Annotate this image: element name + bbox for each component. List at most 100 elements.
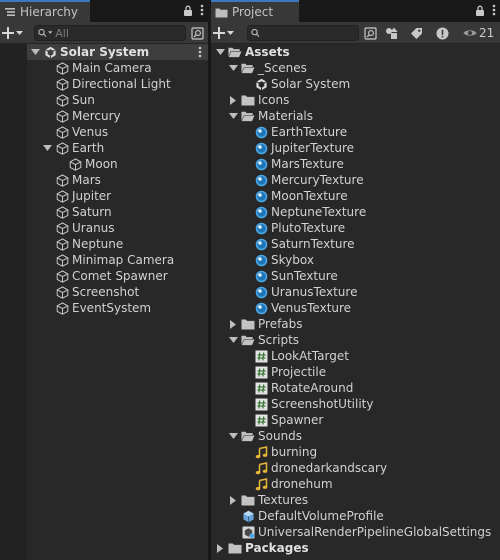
project-item-suntexture[interactable]: SunTexture <box>211 268 500 284</box>
expand-arrow-icon[interactable] <box>215 47 225 57</box>
project-item-moontexture[interactable]: MoonTexture <box>211 188 500 204</box>
project-item-prefabs[interactable]: Prefabs <box>211 316 500 332</box>
lock-icon[interactable] <box>475 5 485 16</box>
project-item-scripts[interactable]: Scripts <box>211 332 500 348</box>
lock-icon[interactable] <box>183 5 193 16</box>
project-search-input[interactable] <box>262 26 358 40</box>
project-item-jupitertexture[interactable]: JupiterTexture <box>211 140 500 156</box>
hierarchy-item-saturn[interactable]: Saturn <box>27 204 208 220</box>
project-item-lookattarget[interactable]: LookAtTarget <box>211 348 500 364</box>
hierarchy-item-mars[interactable]: Mars <box>27 172 208 188</box>
warning-circle-icon <box>436 27 448 39</box>
hierarchy-item-label: Sun <box>72 93 95 107</box>
collapse-arrow-icon[interactable] <box>228 95 238 105</box>
project-item-venustexture[interactable]: VenusTexture <box>211 300 500 316</box>
more-options-icon[interactable] <box>200 4 204 16</box>
hierarchy-item-sun[interactable]: Sun <box>27 92 208 108</box>
tab-hierarchy[interactable]: Hierarchy <box>0 0 90 22</box>
scene-search-button[interactable] <box>188 25 206 41</box>
project-item-universalrenderpipelineglobalsettings[interactable]: UniversalRenderPipelineGlobalSettings <box>211 524 500 540</box>
hierarchy-item-uranus[interactable]: Uranus <box>27 220 208 236</box>
scene-header-row[interactable]: Solar System <box>27 44 208 60</box>
material-sphere-icon <box>254 221 268 235</box>
filter-by-type-button[interactable] <box>383 25 401 41</box>
project-item-label: RotateAround <box>271 381 354 395</box>
hidden-packages-toggle[interactable]: 21 <box>463 25 499 41</box>
project-item-icons[interactable]: Icons <box>211 92 500 108</box>
project-item-spawner[interactable]: Spawner <box>211 412 500 428</box>
project-item-solar-system[interactable]: Solar System <box>211 76 500 92</box>
project-item-label: Solar System <box>271 77 351 91</box>
project-item-textures[interactable]: Textures <box>211 492 500 508</box>
project-item-materials[interactable]: Materials <box>211 108 500 124</box>
create-asset-button[interactable] <box>213 25 239 41</box>
expand-arrow-icon[interactable] <box>228 63 238 73</box>
project-item-defaultvolumeprofile[interactable]: DefaultVolumeProfile <box>211 508 500 524</box>
hierarchy-item-label: Moon <box>85 157 118 171</box>
hierarchy-search-field[interactable] <box>34 25 186 41</box>
hierarchy-item-minimap-camera[interactable]: Minimap Camera <box>27 252 208 268</box>
hierarchy-item-moon[interactable]: Moon <box>27 156 208 172</box>
project-item-burning[interactable]: burning <box>211 444 500 460</box>
project-item-label: MoonTexture <box>271 189 348 203</box>
hierarchy-item-main-camera[interactable]: Main Camera <box>27 60 208 76</box>
log-filter-button[interactable] <box>433 25 451 41</box>
project-item-label: Scripts <box>258 333 300 347</box>
project-item-mercurytexture[interactable]: MercuryTexture <box>211 172 500 188</box>
hierarchy-item-jupiter[interactable]: Jupiter <box>27 188 208 204</box>
filter-by-label-button[interactable] <box>407 25 425 41</box>
project-item-projectile[interactable]: Projectile <box>211 364 500 380</box>
project-item-packages[interactable]: Packages <box>211 540 500 556</box>
collapse-arrow-icon[interactable] <box>228 319 238 329</box>
scene-more-icon[interactable] <box>198 46 202 61</box>
project-item-earthtexture[interactable]: EarthTexture <box>211 124 500 140</box>
hierarchy-item-neptune[interactable]: Neptune <box>27 236 208 252</box>
material-sphere-icon <box>254 205 268 219</box>
expand-arrow-icon[interactable] <box>42 143 52 153</box>
hierarchy-item-earth[interactable]: Earth <box>27 140 208 156</box>
project-item-plutotexture[interactable]: PlutoTexture <box>211 220 500 236</box>
search-dropdown-icon <box>47 31 53 34</box>
project-item-marstexture[interactable]: MarsTexture <box>211 156 500 172</box>
collapse-arrow-icon[interactable] <box>228 495 238 505</box>
csharp-script-icon <box>254 413 268 427</box>
open-folder-icon <box>241 429 255 443</box>
more-options-icon[interactable] <box>492 4 496 16</box>
project-item-scenes[interactable]: _Scenes <box>211 60 500 76</box>
project-item-saturntexture[interactable]: SaturnTexture <box>211 236 500 252</box>
project-item-uranustexture[interactable]: UranusTexture <box>211 284 500 300</box>
project-item-screenshotutility[interactable]: ScreenshotUtility <box>211 396 500 412</box>
project-item-dronedarkandscary[interactable]: dronedarkandscary <box>211 460 500 476</box>
hierarchy-item-mercury[interactable]: Mercury <box>27 108 208 124</box>
chevron-down-icon <box>227 30 234 35</box>
expand-arrow-icon[interactable] <box>30 47 40 57</box>
hierarchy-item-screenshot[interactable]: Screenshot <box>27 284 208 300</box>
hierarchy-item-label: Screenshot <box>72 285 140 299</box>
hierarchy-item-directional-light[interactable]: Directional Light <box>27 76 208 92</box>
project-item-neptunetexture[interactable]: NeptuneTexture <box>211 204 500 220</box>
hierarchy-item-label: Uranus <box>72 221 115 235</box>
hierarchy-item-eventsystem[interactable]: EventSystem <box>27 300 208 316</box>
project-item-skybox[interactable]: Skybox <box>211 252 500 268</box>
audio-clip-icon <box>254 477 268 491</box>
project-search-field[interactable] <box>247 25 359 41</box>
hierarchy-item-label: Minimap Camera <box>72 253 175 267</box>
expand-arrow-icon[interactable] <box>228 111 238 121</box>
project-item-sounds[interactable]: Sounds <box>211 428 500 444</box>
collapse-arrow-icon[interactable] <box>215 543 225 553</box>
hierarchy-item-venus[interactable]: Venus <box>27 124 208 140</box>
expand-arrow-icon[interactable] <box>228 431 238 441</box>
search-by-scene-button[interactable] <box>361 25 379 41</box>
hierarchy-item-comet-spawner[interactable]: Comet Spawner <box>27 268 208 284</box>
expand-arrow-icon[interactable] <box>228 335 238 345</box>
project-item-assets[interactable]: Assets <box>211 44 500 60</box>
hierarchy-search-input[interactable] <box>55 26 185 40</box>
project-item-label: _Scenes <box>258 61 307 75</box>
csharp-script-icon <box>254 397 268 411</box>
tab-project[interactable]: Project <box>211 0 299 22</box>
create-button[interactable] <box>2 25 28 41</box>
project-item-rotatearound[interactable]: RotateAround <box>211 380 500 396</box>
hierarchy-item-label: Jupiter <box>72 189 112 203</box>
material-sphere-icon <box>254 125 268 139</box>
project-item-dronehum[interactable]: dronehum <box>211 476 500 492</box>
